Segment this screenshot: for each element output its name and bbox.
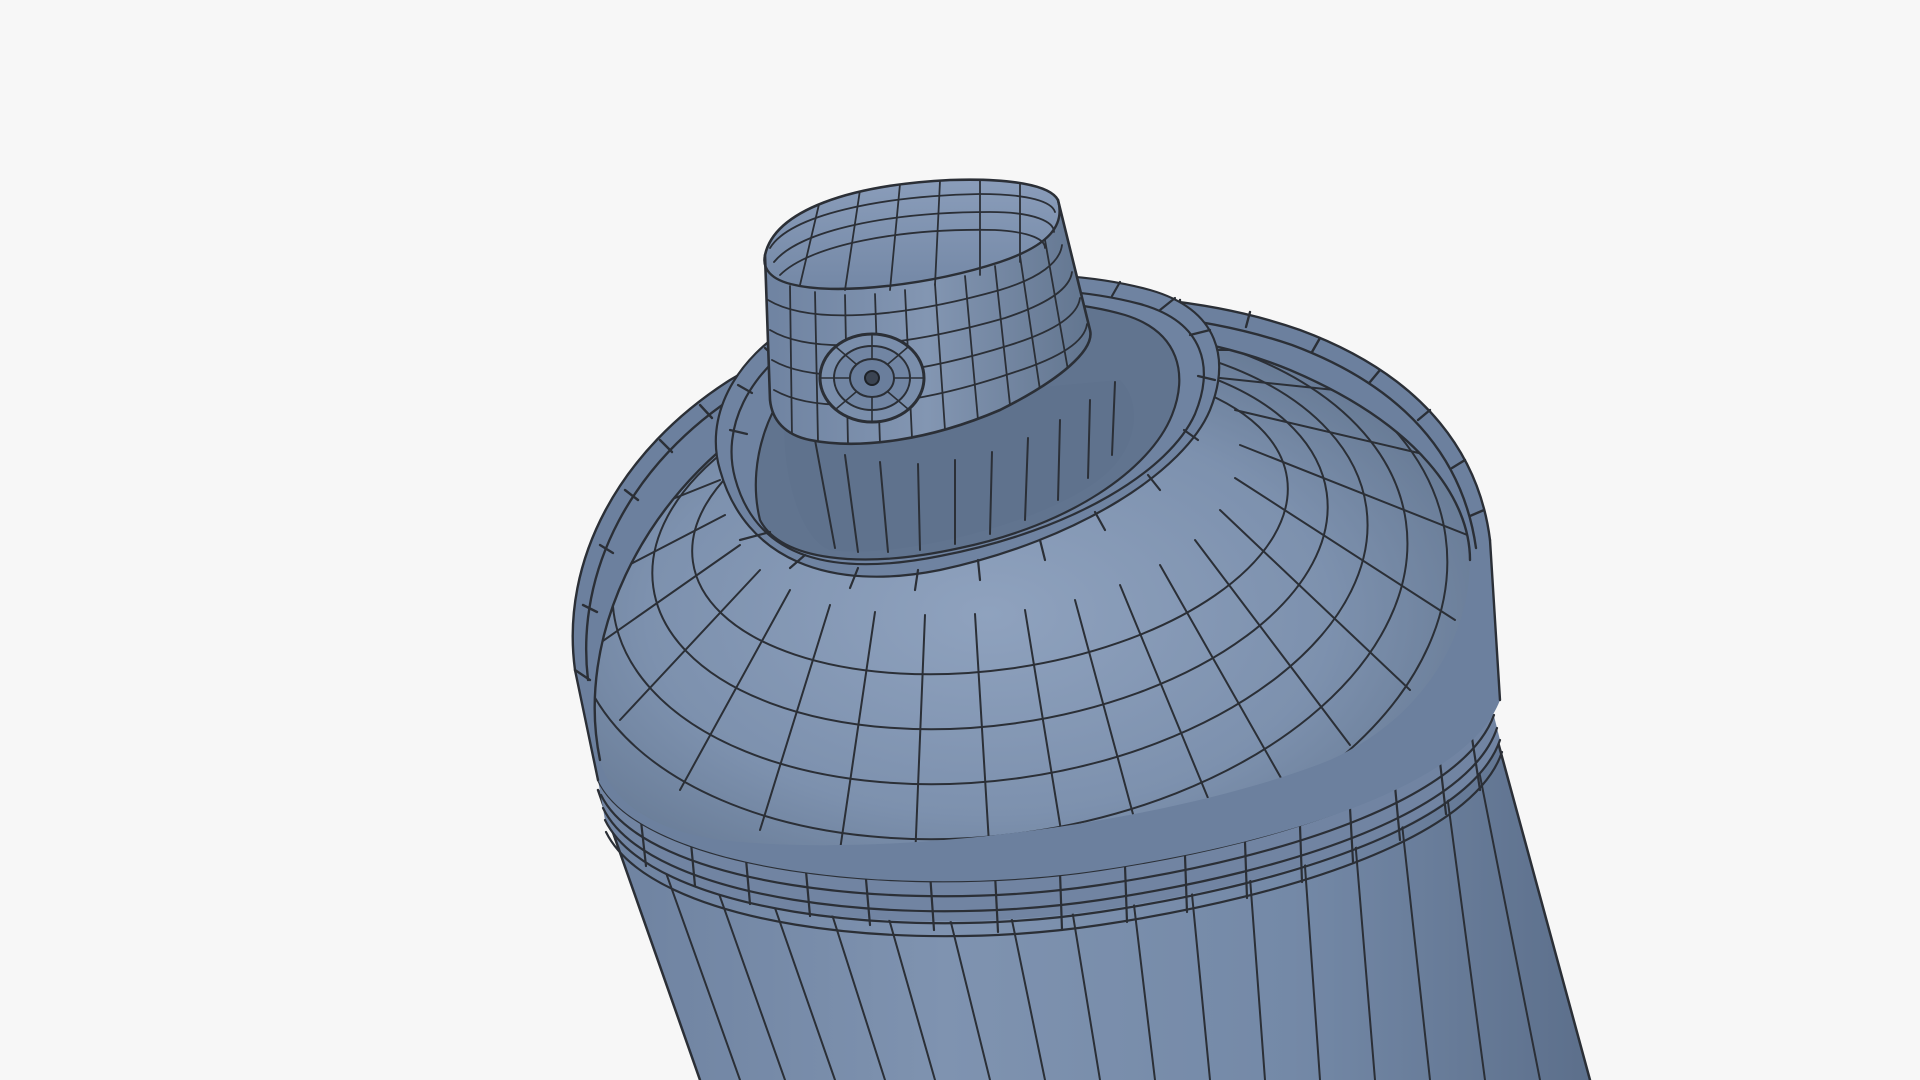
nozzle-icon — [818, 332, 926, 424]
spray-can-render — [571, 178, 1592, 1080]
render-viewport — [0, 0, 1920, 1080]
